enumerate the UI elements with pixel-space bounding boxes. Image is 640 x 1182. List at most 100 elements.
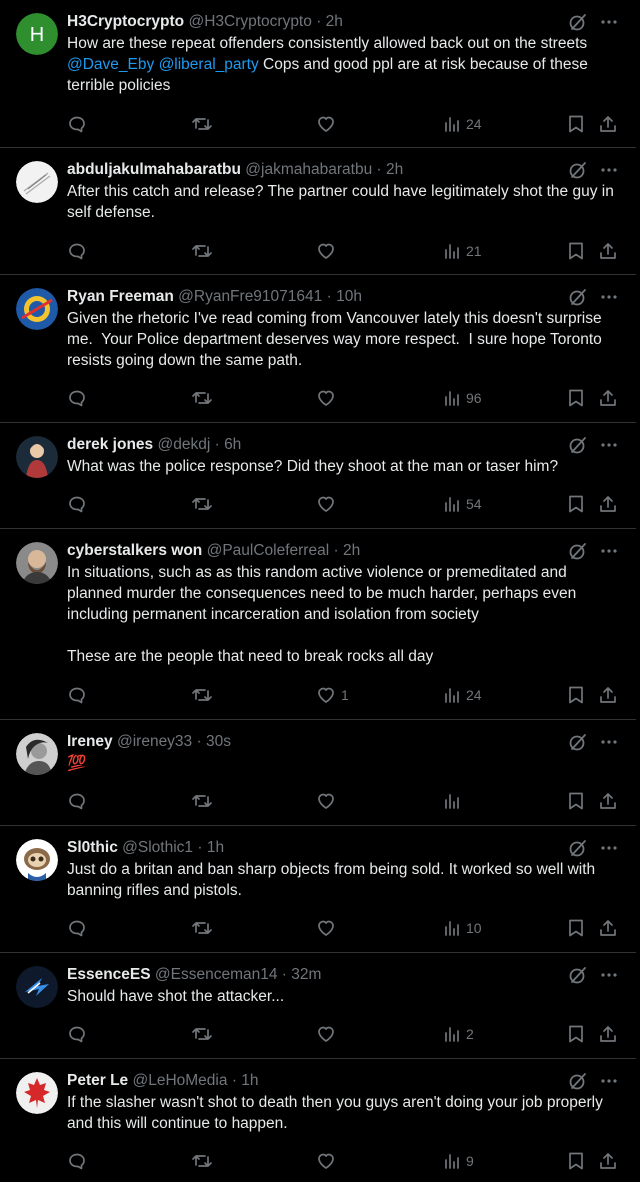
more-icon[interactable] — [600, 739, 618, 745]
share-button[interactable] — [598, 239, 618, 263]
like-button[interactable] — [316, 916, 341, 940]
display-name[interactable]: Ireney — [67, 733, 113, 750]
tweet[interactable]: abduljakulmahabaratbu @jakmahabaratbu · … — [0, 148, 636, 275]
views-button[interactable]: 9 — [443, 1149, 474, 1173]
tweet[interactable]: cyberstalkers won @PaulColeferreal · 2h … — [0, 529, 636, 720]
retweet-button[interactable] — [191, 492, 213, 516]
grok-icon[interactable] — [568, 965, 588, 985]
share-button[interactable] — [598, 112, 618, 136]
grok-icon[interactable] — [568, 1071, 588, 1091]
timestamp[interactable]: 30s — [206, 733, 231, 750]
retweet-button[interactable] — [191, 1149, 213, 1173]
bookmark-button[interactable] — [567, 1022, 585, 1046]
views-button[interactable]: 24 — [443, 112, 482, 136]
reply-button[interactable] — [67, 1022, 87, 1046]
avatar[interactable] — [16, 161, 58, 203]
mention-link[interactable]: @Dave_Eby — [67, 56, 154, 73]
retweet-button[interactable] — [191, 112, 213, 136]
timestamp[interactable]: 2h — [386, 161, 403, 178]
retweet-button[interactable] — [191, 239, 213, 263]
share-button[interactable] — [598, 916, 618, 940]
avatar[interactable]: H — [16, 13, 58, 55]
views-button[interactable]: 54 — [443, 492, 482, 516]
grok-icon[interactable] — [568, 838, 588, 858]
reply-button[interactable] — [67, 112, 87, 136]
retweet-button[interactable] — [191, 789, 213, 813]
like-button[interactable] — [316, 1022, 341, 1046]
views-button[interactable]: 24 — [443, 683, 482, 707]
bookmark-button[interactable] — [567, 683, 585, 707]
views-button[interactable] — [443, 789, 466, 813]
grok-icon[interactable] — [568, 732, 588, 752]
like-button[interactable] — [316, 386, 341, 410]
timestamp[interactable]: 32m — [291, 966, 321, 983]
display-name[interactable]: Sl0thic — [67, 839, 118, 856]
avatar[interactable] — [16, 288, 58, 330]
bookmark-button[interactable] — [567, 916, 585, 940]
grok-icon[interactable] — [568, 435, 588, 455]
grok-icon[interactable] — [568, 12, 588, 32]
retweet-button[interactable] — [191, 683, 213, 707]
username[interactable]: @jakmahabaratbu — [245, 161, 372, 178]
timestamp[interactable]: 2h — [326, 13, 343, 30]
display-name[interactable]: Ryan Freeman — [67, 288, 174, 305]
more-icon[interactable] — [600, 972, 618, 978]
more-icon[interactable] — [600, 548, 618, 554]
grok-icon[interactable] — [568, 541, 588, 561]
bookmark-button[interactable] — [567, 239, 585, 263]
username[interactable]: @PaulColeferreal — [207, 542, 330, 559]
display-name[interactable]: derek jones — [67, 436, 153, 453]
share-button[interactable] — [598, 683, 618, 707]
mention-link[interactable]: @liberal_party — [159, 56, 259, 73]
more-icon[interactable] — [600, 294, 618, 300]
avatar[interactable] — [16, 966, 58, 1008]
share-button[interactable] — [598, 492, 618, 516]
like-button[interactable] — [316, 789, 341, 813]
timestamp[interactable]: 1h — [241, 1072, 258, 1089]
share-button[interactable] — [598, 1149, 618, 1173]
like-button[interactable] — [316, 239, 341, 263]
views-button[interactable]: 96 — [443, 386, 482, 410]
username[interactable]: @Essenceman14 — [155, 966, 278, 983]
more-icon[interactable] — [600, 167, 618, 173]
tweet[interactable]: Ryan Freeman @RyanFre91071641 · 10h Give… — [0, 275, 636, 423]
reply-button[interactable] — [67, 683, 87, 707]
share-button[interactable] — [598, 1022, 618, 1046]
display-name[interactable]: Peter Le — [67, 1072, 128, 1089]
share-button[interactable] — [598, 386, 618, 410]
timestamp[interactable]: 1h — [207, 839, 224, 856]
reply-button[interactable] — [67, 492, 87, 516]
retweet-button[interactable] — [191, 1022, 213, 1046]
reply-button[interactable] — [67, 1149, 87, 1173]
username[interactable]: @dekdj — [157, 436, 210, 453]
more-icon[interactable] — [600, 19, 618, 25]
grok-icon[interactable] — [568, 287, 588, 307]
username[interactable]: @LeHoMedia — [132, 1072, 227, 1089]
timestamp[interactable]: 10h — [336, 288, 362, 305]
more-icon[interactable] — [600, 845, 618, 851]
avatar[interactable] — [16, 436, 58, 478]
bookmark-button[interactable] — [567, 386, 585, 410]
more-icon[interactable] — [600, 442, 618, 448]
username[interactable]: @Slothic1 — [122, 839, 193, 856]
like-button[interactable] — [316, 492, 341, 516]
avatar[interactable] — [16, 1072, 58, 1114]
display-name[interactable]: cyberstalkers won — [67, 542, 202, 559]
reply-button[interactable] — [67, 789, 87, 813]
views-button[interactable]: 2 — [443, 1022, 474, 1046]
display-name[interactable]: abduljakulmahabaratbu — [67, 161, 241, 178]
tweet[interactable]: Sl0thic @Slothic1 · 1h Just do a britan … — [0, 826, 636, 953]
tweet[interactable]: Ireney @ireney33 · 30s 💯 — [0, 720, 636, 826]
tweet[interactable]: EssenceES @Essenceman14 · 32m Should hav… — [0, 953, 636, 1059]
retweet-button[interactable] — [191, 916, 213, 940]
bookmark-button[interactable] — [567, 1149, 585, 1173]
timestamp[interactable]: 2h — [343, 542, 360, 559]
reply-button[interactable] — [67, 239, 87, 263]
like-button[interactable]: 1 — [316, 683, 349, 707]
avatar[interactable] — [16, 542, 58, 584]
like-button[interactable] — [316, 1149, 341, 1173]
views-button[interactable]: 10 — [443, 916, 482, 940]
username[interactable]: @ireney33 — [117, 733, 192, 750]
tweet[interactable]: derek jones @dekdj · 6h What was the pol… — [0, 423, 636, 529]
username[interactable]: @H3Cryptocrypto — [188, 13, 311, 30]
